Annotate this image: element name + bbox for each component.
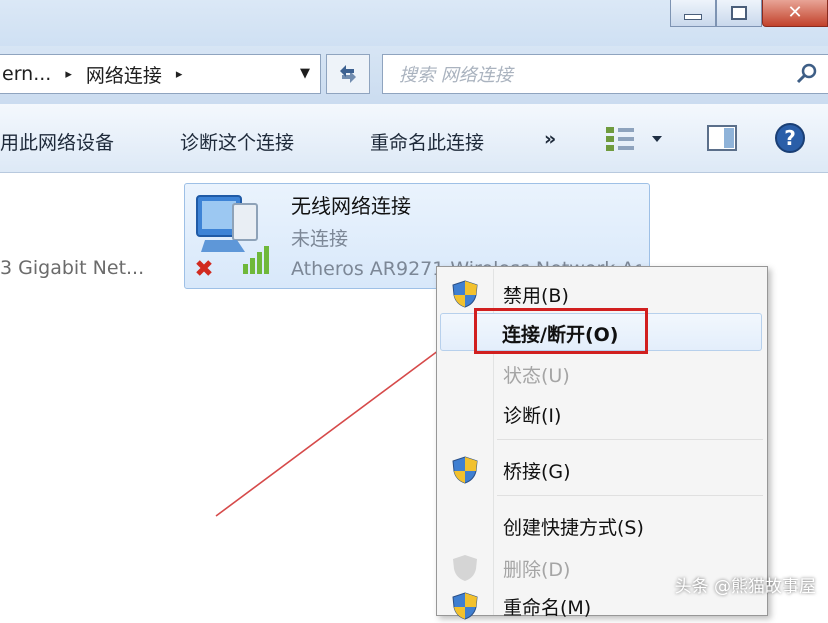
connection-name: 无线网络连接: [291, 194, 411, 218]
help-icon: ?: [775, 123, 805, 153]
close-button[interactable]: ✕: [762, 0, 828, 27]
ethernet-connection-label[interactable]: 3 Gigabit Net...: [0, 257, 144, 279]
minimize-icon: [684, 14, 702, 20]
uac-shield-icon: [452, 592, 478, 620]
maximize-button[interactable]: [716, 0, 762, 27]
address-dropdown-icon[interactable]: ▼: [300, 66, 310, 81]
uac-shield-icon: [452, 280, 478, 308]
menu-item-label: 删除(D): [503, 559, 571, 581]
connection-status: 未连接: [291, 228, 349, 250]
menu-item-create-shortcut[interactable]: 创建快捷方式(S): [439, 507, 765, 543]
title-bar: ✕: [0, 0, 828, 46]
menu-item-label: 状态(U): [503, 365, 570, 387]
disable-device-button[interactable]: 用此网络设备: [0, 128, 114, 155]
menu-item-label: 诊断(I): [503, 405, 562, 427]
minimize-button[interactable]: [670, 0, 716, 27]
more-commands-button[interactable]: »: [544, 128, 556, 150]
breadcrumb-separator-icon[interactable]: ▸: [65, 67, 72, 82]
help-button[interactable]: ?: [774, 122, 806, 159]
maximize-icon: [731, 6, 747, 20]
menu-item-label: 桥接(G): [503, 461, 571, 483]
search-box[interactable]: [382, 54, 828, 94]
menu-separator: [497, 439, 763, 440]
command-toolbar: 用此网络设备 诊断这个连接 重命名此连接 » ?: [0, 104, 828, 173]
uac-shield-icon: [453, 555, 477, 581]
view-options-icon: [606, 127, 662, 151]
window-controls: ✕: [670, 0, 828, 30]
preview-pane-icon: [707, 125, 737, 151]
refresh-icon: [340, 65, 356, 83]
menu-item-label: 重命名(M): [503, 597, 592, 619]
refresh-button[interactable]: [326, 54, 370, 94]
rename-connection-button[interactable]: 重命名此连接: [370, 128, 484, 155]
menu-item-diagnose[interactable]: 诊断(I): [439, 395, 765, 431]
address-row: ern... ▸ 网络连接 ▸ ▼: [0, 46, 828, 104]
address-bar[interactable]: ern... ▸ 网络连接 ▸ ▼: [0, 54, 321, 94]
preview-pane-button[interactable]: [706, 124, 738, 157]
menu-item-label: 禁用(B): [503, 285, 569, 307]
menu-item-disable[interactable]: 禁用(B): [439, 275, 765, 311]
breadcrumb-parent[interactable]: ern...: [2, 63, 51, 85]
menu-separator: [497, 495, 763, 496]
menu-item-status[interactable]: 状态(U): [439, 355, 765, 391]
search-icon[interactable]: [795, 62, 819, 86]
menu-item-bridge[interactable]: 桥接(G): [439, 451, 765, 487]
watermark: 头条 @熊猫故事屋: [674, 577, 816, 597]
wireless-adapter-icon: [196, 195, 269, 276]
svg-text:?: ?: [784, 126, 796, 150]
breadcrumb-current[interactable]: 网络连接: [86, 61, 162, 88]
breadcrumb-separator-icon[interactable]: ▸: [176, 67, 183, 82]
search-input[interactable]: [397, 61, 781, 89]
close-icon: ✕: [787, 2, 803, 23]
diagnose-connection-button[interactable]: 诊断这个连接: [180, 128, 294, 155]
menu-item-label: 创建快捷方式(S): [503, 517, 644, 539]
uac-shield-icon: [452, 456, 478, 484]
annotation-highlight-box: [474, 308, 648, 354]
view-options-button[interactable]: [604, 124, 666, 159]
